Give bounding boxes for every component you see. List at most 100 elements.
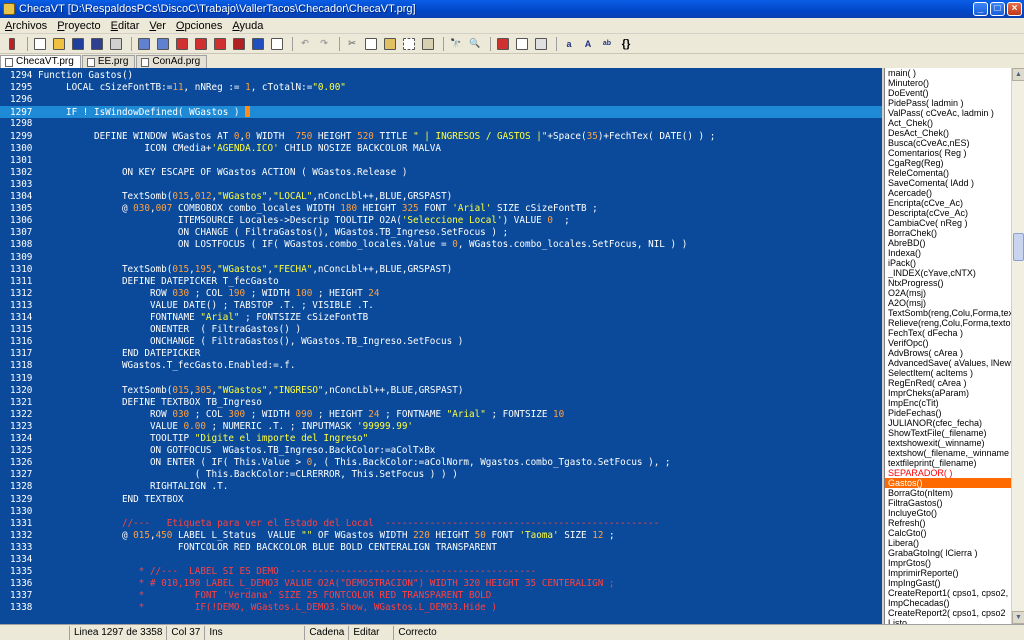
function-list-item[interactable]: AbreBD() — [885, 238, 1011, 248]
code-line[interactable]: 1297 IF ! IsWindowDefined( WGastos ) — [0, 106, 882, 119]
code-line[interactable]: 1300 ICON CMedia+'AGENDA.ICO' CHILD NOSI… — [0, 143, 882, 155]
menu-editar[interactable]: Editar — [106, 20, 145, 32]
code-line[interactable]: 1302 ON KEY ESCAPE OF WGastos ACTION ( W… — [0, 167, 882, 179]
code-line[interactable]: 1321 DEFINE TEXTBOX TB_Ingreso — [0, 397, 882, 409]
function-list-item[interactable]: ImprCheks(aParam) — [885, 388, 1011, 398]
function-list-item[interactable]: ShowTextFile(_filename) — [885, 428, 1011, 438]
code-line[interactable]: 1336 * # 010,190 LABEL L_DEMO3 VALUE O2A… — [0, 578, 882, 590]
function-list-item[interactable]: AdvancedSave( aValues, lNew — [885, 358, 1011, 368]
function-list-item[interactable]: ImpChecadas() — [885, 598, 1011, 608]
code-line[interactable]: 1311 DEFINE DATEPICKER T_fecGasto — [0, 276, 882, 288]
function-list-item[interactable]: VerifOpc() — [885, 338, 1011, 348]
code-line[interactable]: 1337 * FONT 'Verdana' SIZE 25 FONTCOLOR … — [0, 590, 882, 602]
function-list-item[interactable]: _INDEX(cYave,cNTX) — [885, 268, 1011, 278]
function-list-item[interactable]: ValPass( cCveAc, ladmin ) — [885, 108, 1011, 118]
close-button[interactable]: × — [1007, 2, 1022, 16]
code-line[interactable]: 1298 — [0, 118, 882, 130]
code-line[interactable]: 1335 * //--- LABEL SI ES DEMO ----------… — [0, 566, 882, 578]
code-line[interactable]: 1305 @ 030,007 COMBOBOX combo_locales WI… — [0, 203, 882, 215]
code-line[interactable]: 1316 ONCHANGE ( FiltraGastos(), WGastos.… — [0, 336, 882, 348]
function-list-item[interactable]: main( ) — [885, 68, 1011, 78]
code-line[interactable]: 1306 ITEMSOURCE Locales->Descrip TOOLTIP… — [0, 215, 882, 227]
code-line[interactable]: 1313 VALUE DATE() ; TABSTOP .T. ; VISIBL… — [0, 300, 882, 312]
function-list-item[interactable]: BorraChek() — [885, 228, 1011, 238]
function-list-item[interactable]: IncluyeGto() — [885, 508, 1011, 518]
function-list-item[interactable]: ImprGtos() — [885, 558, 1011, 568]
code-line[interactable]: 1307 ON CHANGE ( FiltraGastos(), WGastos… — [0, 227, 882, 239]
print-icon[interactable] — [108, 36, 124, 52]
code-line[interactable]: 1329 END TEXTBOX — [0, 494, 882, 506]
code-line[interactable]: 1326 ON ENTER ( IF( This.Value > 0, ( Th… — [0, 457, 882, 469]
function-list-item[interactable]: Libera() — [885, 538, 1011, 548]
function-list-item[interactable]: FechTex( dFecha ) — [885, 328, 1011, 338]
code-line[interactable]: 1328 RIGHTALIGN .T. — [0, 481, 882, 493]
function-list-item[interactable]: Descripta(cCve_Ac) — [885, 208, 1011, 218]
code-line[interactable]: 1320 TextSomb(015,305,"WGastos","INGRESO… — [0, 385, 882, 397]
options-icon[interactable] — [533, 36, 549, 52]
function-list-item[interactable]: textshowexit(_winname) — [885, 438, 1011, 448]
function-list-item[interactable]: Comentarios( Reg ) — [885, 148, 1011, 158]
function-list-item[interactable]: ImpEnc(cTit) — [885, 398, 1011, 408]
code-line[interactable]: 1333 FONTCOLOR RED BACKCOLOR BLUE BOLD C… — [0, 542, 882, 554]
code-line[interactable]: 1324 TOOLTIP "Digite el importe del Ingr… — [0, 433, 882, 445]
function-list-item[interactable]: iPack() — [885, 258, 1011, 268]
function-list-item[interactable]: TextSomb(reng,Colu,Forma,tex — [885, 308, 1011, 318]
menu-ayuda[interactable]: Ayuda — [227, 20, 268, 32]
braces-icon[interactable]: {} — [618, 36, 634, 52]
maximize-button[interactable]: □ — [990, 2, 1005, 16]
function-list-item[interactable]: DesAct_Chek() — [885, 128, 1011, 138]
cut-icon[interactable]: ✂ — [344, 36, 360, 52]
open-folder-icon[interactable] — [51, 36, 67, 52]
bookmark-icon[interactable] — [495, 36, 511, 52]
debug-icon[interactable] — [212, 36, 228, 52]
code-line[interactable]: 1331 //--- Etiqueta para ver el Estado d… — [0, 518, 882, 530]
function-list[interactable]: main( ) Minutero() DoEvent() PidePass( ladm… — [885, 68, 1011, 624]
function-list-item[interactable]: PideFechas() — [885, 408, 1011, 418]
find-icon[interactable]: 🔭 — [448, 36, 464, 52]
exit-icon[interactable] — [4, 36, 20, 52]
scroll-thumb[interactable] — [1013, 233, 1024, 261]
code-line[interactable]: 1295 LOCAL cSizeFontTB:=11, nNReg := 1, … — [0, 82, 882, 94]
font-smaller-icon[interactable]: a — [561, 36, 577, 52]
function-list-item[interactable]: textshow(_filename,_winname — [885, 448, 1011, 458]
function-list-item[interactable]: NtxProgress() — [885, 278, 1011, 288]
save-icon[interactable] — [70, 36, 86, 52]
function-list-item[interactable]: Relieve(reng,Colu,Forma,texto — [885, 318, 1011, 328]
code-line[interactable]: 1327 ( This.BackColor:=CLRERROR, This.Se… — [0, 469, 882, 481]
menu-proyecto[interactable]: Proyecto — [52, 20, 105, 32]
function-list-item[interactable]: Gastos() — [885, 478, 1011, 488]
font-larger-icon[interactable]: A — [580, 36, 596, 52]
stop-icon[interactable] — [231, 36, 247, 52]
scroll-up-icon[interactable]: ▲ — [1012, 68, 1024, 81]
code-line[interactable]: 1303 — [0, 179, 882, 191]
function-list-item[interactable]: Act_Chek() — [885, 118, 1011, 128]
function-list-scrollbar[interactable]: ▲ ▼ — [1011, 68, 1024, 624]
paste-icon[interactable] — [382, 36, 398, 52]
function-list-item[interactable]: SEPARADOR( ) — [885, 468, 1011, 478]
menu-archivos[interactable]: Archivos — [0, 20, 52, 32]
case-icon[interactable]: ab — [599, 36, 615, 52]
code-line[interactable]: 1330 — [0, 506, 882, 518]
code-line[interactable]: 1301 — [0, 155, 882, 167]
code-line[interactable]: 1317 END DATEPICKER — [0, 348, 882, 360]
code-line[interactable]: 1315 ONENTER ( FiltraGastos() ) — [0, 324, 882, 336]
goto-line-icon[interactable] — [514, 36, 530, 52]
minimize-button[interactable]: _ — [973, 2, 988, 16]
tab-ee[interactable]: EE.prg — [81, 55, 136, 68]
function-list-item[interactable]: Acercade() — [885, 188, 1011, 198]
code-line[interactable]: 1299 DEFINE WINDOW WGastos AT 0,0 WIDTH … — [0, 131, 882, 143]
undo-icon[interactable]: ↶ — [297, 36, 313, 52]
menu-opciones[interactable]: Opciones — [171, 20, 227, 32]
function-list-item[interactable]: CambiaCve( nReg ) — [885, 218, 1011, 228]
function-list-item[interactable]: GrabaGtoIng( lCierra ) — [885, 548, 1011, 558]
function-list-item[interactable]: RegEnRed( cArea ) — [885, 378, 1011, 388]
function-list-item[interactable]: textfileprint(_filename) — [885, 458, 1011, 468]
function-list-item[interactable]: A2O(msj) — [885, 298, 1011, 308]
redo-icon[interactable]: ↷ — [316, 36, 332, 52]
code-line[interactable]: 1304 TextSomb(015,012,"WGastos","LOCAL",… — [0, 191, 882, 203]
function-list-item[interactable]: CgaReg(Reg) — [885, 158, 1011, 168]
new-project-icon[interactable] — [32, 36, 48, 52]
copy-icon[interactable] — [363, 36, 379, 52]
function-list-item[interactable]: ImpIngGast() — [885, 578, 1011, 588]
compile-icon[interactable] — [174, 36, 190, 52]
